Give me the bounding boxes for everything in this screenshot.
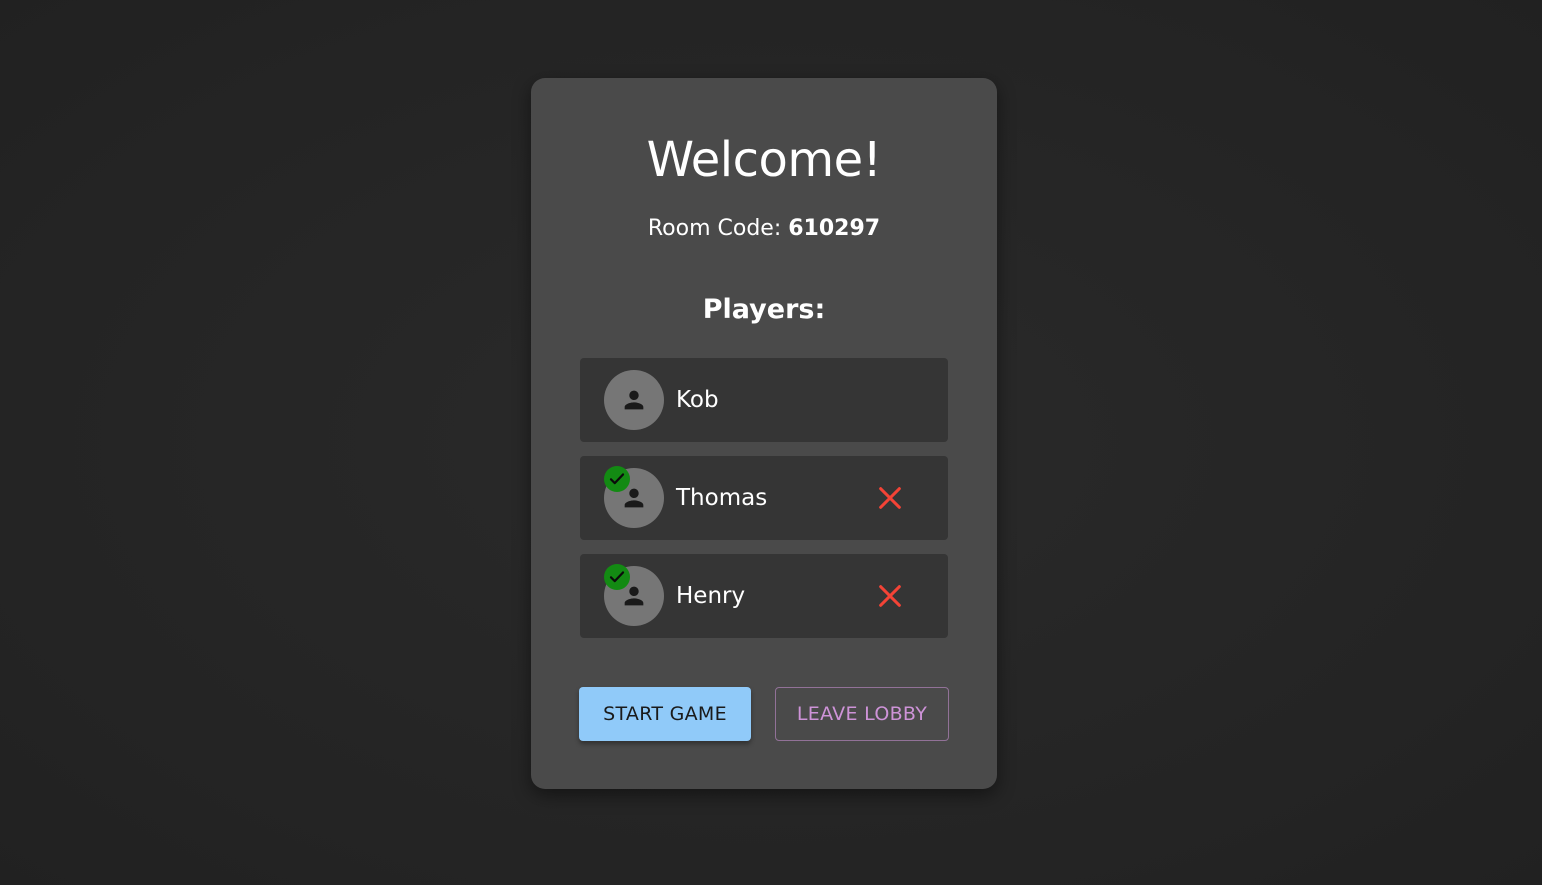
- player-avatar: [604, 466, 664, 528]
- leave-lobby-button[interactable]: LEAVE LOBBY: [775, 687, 949, 741]
- person-icon: [624, 390, 644, 410]
- player-list: Kob Thomas Henry: [580, 358, 948, 652]
- player-avatar: [604, 564, 664, 626]
- player-row: Kob: [580, 358, 948, 442]
- player-row: Henry: [580, 554, 948, 638]
- check-circle-icon: [604, 564, 630, 590]
- room-code-label: Room Code:: [647, 216, 789, 241]
- player-row: Thomas: [580, 456, 948, 540]
- player-name: Thomas: [676, 485, 768, 511]
- room-code-value: 610297: [788, 216, 881, 241]
- player-name: Henry: [676, 583, 746, 609]
- start-game-button[interactable]: START GAME: [579, 687, 751, 741]
- check-circle-icon: [604, 466, 630, 492]
- player-name: Kob: [676, 387, 719, 413]
- close-icon: [879, 585, 901, 607]
- player-avatar: [604, 370, 664, 430]
- kick-player-button[interactable]: [876, 484, 904, 512]
- lobby-card: Welcome! Room Code: 610297 Players: Kob: [531, 78, 997, 789]
- kick-player-button[interactable]: [876, 582, 904, 610]
- close-icon: [879, 487, 901, 509]
- players-heading: Players:: [702, 294, 826, 325]
- room-code-display: Room Code: 610297: [531, 214, 997, 244]
- page-title: Welcome!: [646, 132, 882, 188]
